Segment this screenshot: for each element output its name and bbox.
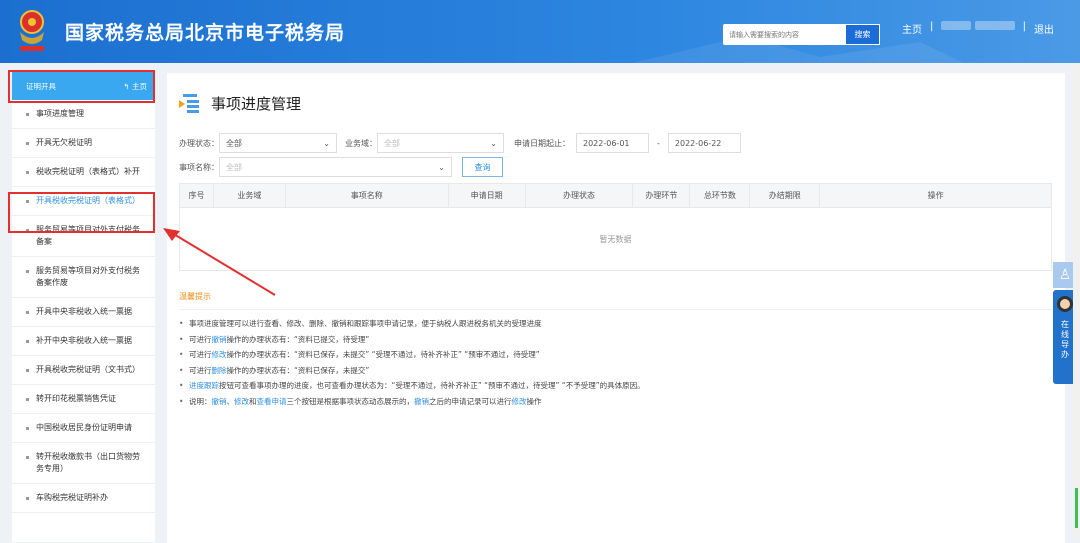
chevron-down-icon: ⌄ <box>490 138 497 148</box>
tip-link[interactable]: 修改 <box>512 397 527 406</box>
date-separator: - <box>657 138 660 148</box>
date-to-input[interactable]: 2022-06-22 <box>667 133 741 153</box>
domain-select[interactable]: 全部 ⌄ <box>377 133 504 153</box>
scrollbar[interactable] <box>1073 63 1080 537</box>
tip-item: 进度跟踪按钮可查看事项办理的进度，也可查看办理状态为：“受理不通过，待补齐补正”… <box>179 378 1052 394</box>
tax-emblem-logo <box>20 10 44 51</box>
column-header: 办结期限 <box>749 183 821 208</box>
list-title-icon <box>179 93 199 113</box>
header: 国家税务总局北京市电子税务局 搜索 主页 | | 退出 <box>0 0 1080 63</box>
tip-link[interactable]: 撤销 <box>212 335 227 344</box>
tip-item: 说明：撤销、修改和查看申请三个按钮是根据事项状态动态展示的，撤销之后的申请记录可… <box>179 394 1052 410</box>
avatar-icon <box>1057 296 1073 312</box>
tip-item: 可进行撤销操作的办理状态有：“资料已提交，待受理” <box>179 332 1052 348</box>
tip-link[interactable]: 进度跟踪 <box>189 381 219 390</box>
date-to-value: 2022-06-22 <box>674 138 722 148</box>
tips-section: 温馨提示 事项进度管理可以进行查看、修改、删除、撤销和跟踪事项申请记录，便于纳税… <box>179 291 1052 409</box>
tip-text: 三个按钮是根据事项状态动态展示的， <box>286 396 415 406</box>
progress-table: 序号 业务域 事项名称 申请日期 办理状态 办理环节 总环节数 办结期限 操作 暂无数据 <box>179 183 1052 271</box>
site-title: 国家税务总局北京市电子税务局 <box>65 22 346 44</box>
column-header: 总环节数 <box>689 183 751 208</box>
main-panel: 事项进度管理 办理状态： 全部 ⌄ 业务域： 全部 ⌄ 申请日期起止： 2022-0… <box>167 73 1065 543</box>
sidebar-item[interactable]: 转开印花税票销售凭证 <box>12 385 155 414</box>
user-info-blurred <box>941 21 1015 36</box>
item-name-placeholder: 全部 <box>226 162 242 172</box>
red-annotation-arrow <box>163 228 276 296</box>
tip-text: 、 <box>226 396 235 406</box>
tip-link[interactable]: 撤销 <box>212 397 227 406</box>
column-header: 办理状态 <box>524 183 634 208</box>
tip-text: 可进行 <box>189 365 212 375</box>
tip-link[interactable]: 删除 <box>212 366 227 375</box>
separator: | <box>930 21 934 32</box>
tip-text: 操作的办理状态有：“资料已保存，未提交” <box>226 365 370 375</box>
chevron-down-icon: ⌄ <box>438 162 445 172</box>
column-header: 操作 <box>819 183 1052 208</box>
sidebar-item[interactable]: 开具中央非税收入统一票据 <box>12 298 155 327</box>
sidebar-item[interactable]: 税收完税证明（表格式）补开 <box>12 158 155 187</box>
column-header: 办理环节 <box>632 183 691 208</box>
search-button[interactable]: 搜索 <box>845 24 880 45</box>
tip-text: 操作的办理状态有：“资料已保存，未提交” “受理不通过，待补齐补正” “预审不通… <box>226 350 540 359</box>
tip-item: 可进行删除操作的办理状态有：“资料已保存，未提交” <box>179 363 1052 379</box>
column-header: 事项名称 <box>284 183 449 208</box>
tip-link[interactable]: 修改 <box>212 350 227 359</box>
status-value: 全部 <box>226 138 242 148</box>
sidebar-item[interactable]: 开具无欠税证明 <box>12 129 155 158</box>
chevron-down-icon: ⌄ <box>323 138 330 148</box>
tip-item: 事项进度管理可以进行查看、修改、删除、撤销和跟踪事项申请记录，便于纳税人跟进税务… <box>179 316 1052 332</box>
empty-message: 暂无数据 <box>179 207 1052 271</box>
column-header: 序号 <box>179 183 214 208</box>
logout-link[interactable]: 退出 <box>1034 21 1054 36</box>
query-button[interactable]: 查询 <box>462 157 503 177</box>
tip-link[interactable]: 撤销 <box>414 397 429 406</box>
sidebar-item[interactable]: 车购税完税证明补办 <box>12 484 155 513</box>
date-from-input[interactable]: 2022-06-01 <box>576 133 649 153</box>
tip-text: 之后的申请记录可以进行 <box>429 396 512 406</box>
search-box: 搜索 <box>723 24 880 45</box>
item-name-label: 事项名称： <box>179 162 219 172</box>
domain-placeholder: 全部 <box>384 138 400 148</box>
column-header: 申请日期 <box>447 183 526 208</box>
sidebar-item[interactable]: 中国税收居民身份证明申请 <box>12 414 155 443</box>
tip-text: 可进行 <box>189 334 212 344</box>
status-label: 办理状态： <box>179 138 219 148</box>
tips-title: 温馨提示 <box>179 291 1052 310</box>
scrollbar-thumb[interactable] <box>1075 488 1078 528</box>
status-select[interactable]: 全部 ⌄ <box>219 133 337 153</box>
search-input[interactable] <box>723 24 845 45</box>
tip-text: 操作 <box>526 396 542 406</box>
highlight-box-header <box>8 70 155 103</box>
date-label: 申请日期起止： <box>514 138 570 148</box>
page-title: 事项进度管理 <box>211 95 302 113</box>
home-link[interactable]: 主页 <box>902 21 922 36</box>
column-header: 业务域 <box>212 183 286 208</box>
sidebar-item[interactable]: 补开中央非税收入统一票据 <box>12 327 155 356</box>
tip-text: 操作的办理状态有：“资料已提交，待受理” <box>226 334 370 344</box>
tip-link[interactable]: 查看申请 <box>257 397 287 406</box>
sidebar-item[interactable]: 转开税收缴款书（出口货物劳务专用） <box>12 443 155 484</box>
tip-text: 可进行 <box>189 350 212 359</box>
tip-link[interactable]: 修改 <box>234 397 249 406</box>
highlight-box-item <box>8 192 155 233</box>
domain-label: 业务域： <box>345 138 377 148</box>
item-name-select[interactable]: 全部 ⌄ <box>219 157 452 177</box>
separator: | <box>1022 21 1026 32</box>
tip-item: 可进行修改操作的办理状态有：“资料已保存，未提交” “受理不通过，待补齐补正” … <box>179 347 1052 363</box>
online-guide-label: 在线导办 <box>1060 320 1070 360</box>
tip-text: 按钮可查看事项办理的进度，也可查看办理状态为：“受理不通过，待补齐补正” “预审… <box>219 381 645 390</box>
sidebar: 证明开具 ↰ 主页 事项进度管理 开具无欠税证明 税收完税证明（表格式）补开 开具税收… <box>12 72 155 542</box>
date-from-value: 2022-06-01 <box>583 138 630 148</box>
sidebar-item[interactable]: 服务贸易等项目对外支付税务备案作废 <box>12 257 155 298</box>
tip-text: 和 <box>249 396 257 406</box>
tip-text: 事项进度管理可以进行查看、修改、删除、撤销和跟踪事项申请记录，便于纳税人跟进税务… <box>189 319 542 328</box>
tip-text: 说明： <box>189 396 212 406</box>
sidebar-item[interactable]: 事项进度管理 <box>12 100 155 129</box>
sidebar-item[interactable]: 开具税收完税证明（文书式） <box>12 356 155 385</box>
